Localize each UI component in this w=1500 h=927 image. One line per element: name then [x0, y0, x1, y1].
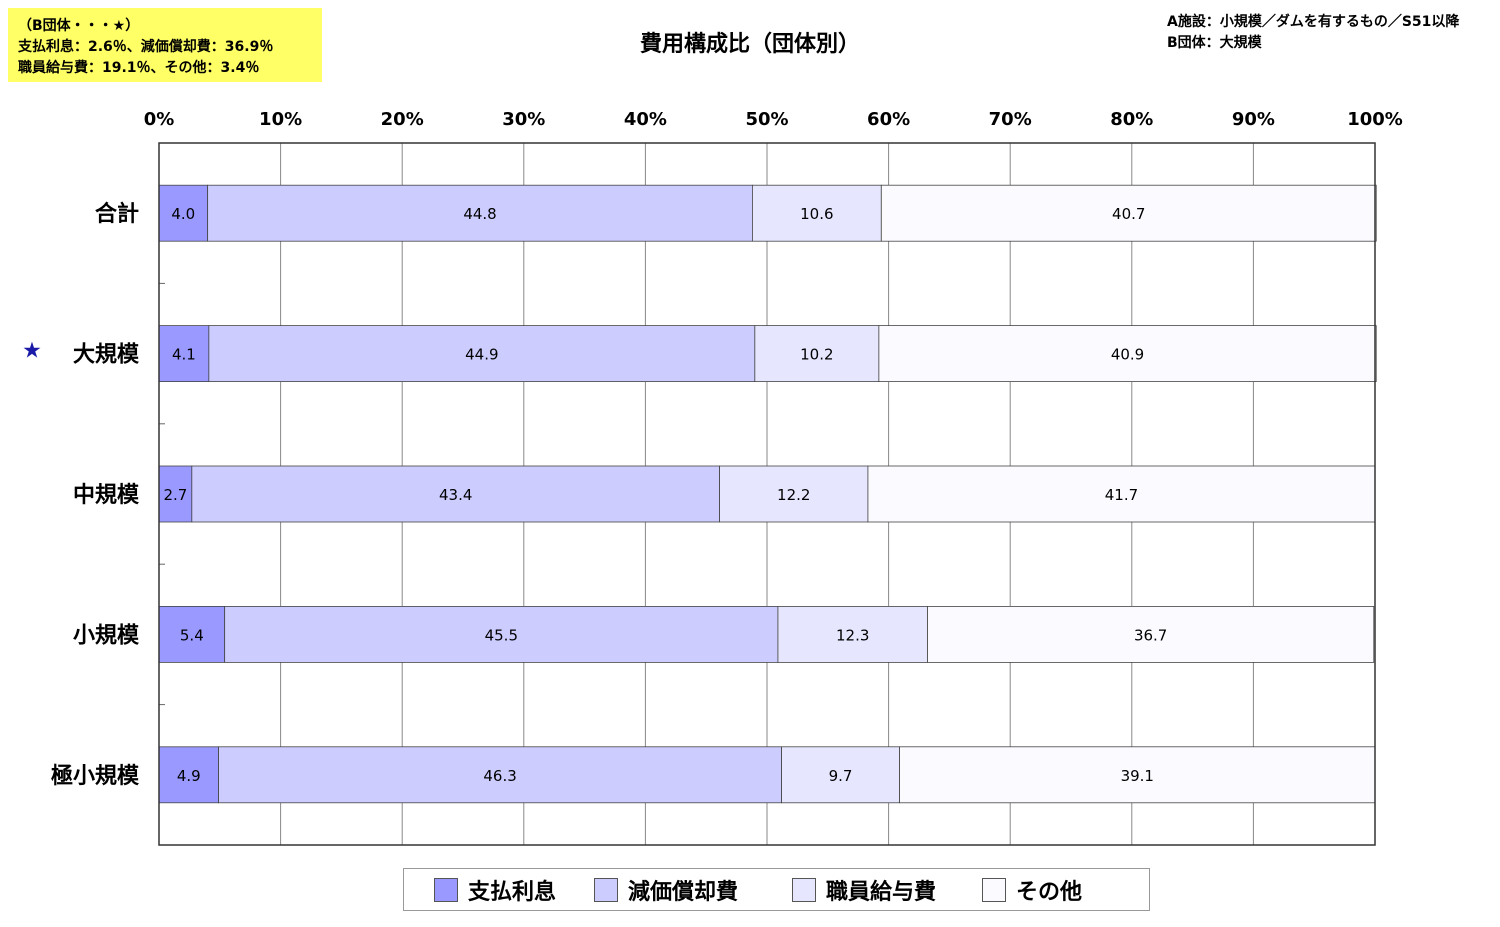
legend-item: 減価償却費 [594, 877, 739, 905]
data-label: 44.8 [463, 205, 496, 223]
legend-label: 減価償却費 [628, 880, 739, 905]
x-tick-label: 20% [381, 109, 424, 130]
data-label: 41.7 [1105, 486, 1138, 504]
x-tick-label: 10% [259, 109, 302, 130]
x-tick-label: 50% [745, 109, 788, 130]
data-label: 12.3 [836, 626, 869, 644]
data-label: 40.7 [1112, 205, 1145, 223]
legend-item: 職員給与費 [792, 877, 937, 905]
data-label: 39.1 [1121, 767, 1154, 785]
data-label: 12.2 [777, 486, 810, 504]
legend-item: 支払利息 [434, 877, 557, 905]
x-tick-label: 0% [144, 109, 175, 130]
data-label: 10.2 [800, 346, 833, 364]
data-label: 4.0 [171, 205, 195, 223]
legend-swatch [594, 878, 618, 902]
legend-item: その他 [982, 877, 1083, 905]
legend-label: 職員給与費 [826, 880, 937, 905]
x-tick-label: 100% [1347, 109, 1403, 130]
x-tick-label: 30% [502, 109, 545, 130]
x-tick-label: 90% [1232, 109, 1275, 130]
legend-swatch [982, 878, 1006, 902]
legend: 支払利息 減価償却費 職員給与費 その他 [403, 868, 1150, 911]
legend-swatch [792, 878, 816, 902]
x-tick-label: 40% [624, 109, 667, 130]
data-label: 45.5 [485, 626, 518, 644]
data-label: 43.4 [439, 486, 472, 504]
x-tick-label: 60% [867, 109, 910, 130]
data-label: 9.7 [829, 767, 853, 785]
data-label: 2.7 [163, 486, 187, 504]
category-label: 合計 [95, 201, 139, 227]
data-label: 10.6 [800, 205, 833, 223]
data-label: 4.1 [172, 346, 196, 364]
data-label: 44.9 [465, 346, 498, 364]
star-icon: ★ [22, 339, 42, 364]
category-label: 大規模 [73, 343, 140, 368]
data-label: 4.9 [177, 767, 201, 785]
stacked-bar-chart: 0% 10% 20% 30% 40% 50% 60% 70% 80% 90% 100% 4.0 44.8… [22, 109, 1403, 846]
data-label: 46.3 [483, 767, 516, 785]
legend-label: 支払利息 [468, 880, 557, 905]
category-label: 中規模 [73, 483, 140, 508]
x-tick-label: 70% [989, 109, 1032, 130]
category-label: 極小規模 [51, 763, 140, 789]
data-label: 36.7 [1134, 626, 1167, 644]
legend-label: その他 [1016, 880, 1083, 905]
category-label: 小規模 [73, 623, 140, 648]
data-label: 5.4 [180, 626, 204, 644]
legend-swatch [434, 878, 458, 902]
x-tick-label: 80% [1110, 109, 1153, 130]
data-label: 40.9 [1111, 346, 1144, 364]
